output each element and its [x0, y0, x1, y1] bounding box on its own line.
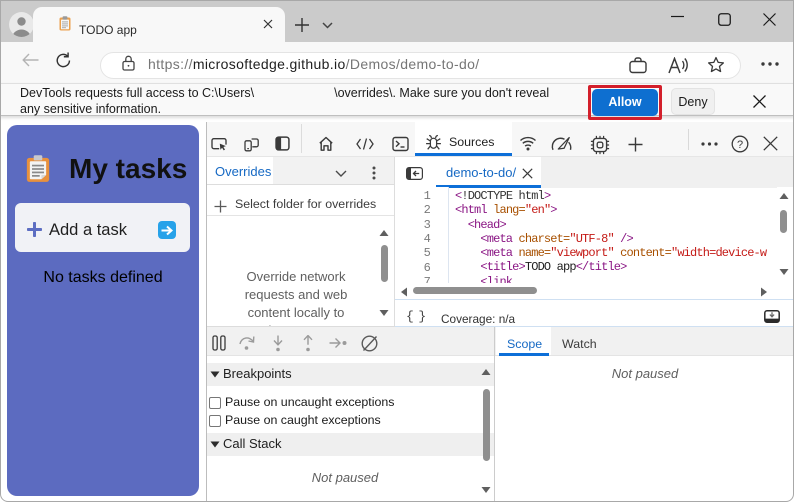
- svg-text:?: ?: [737, 139, 743, 151]
